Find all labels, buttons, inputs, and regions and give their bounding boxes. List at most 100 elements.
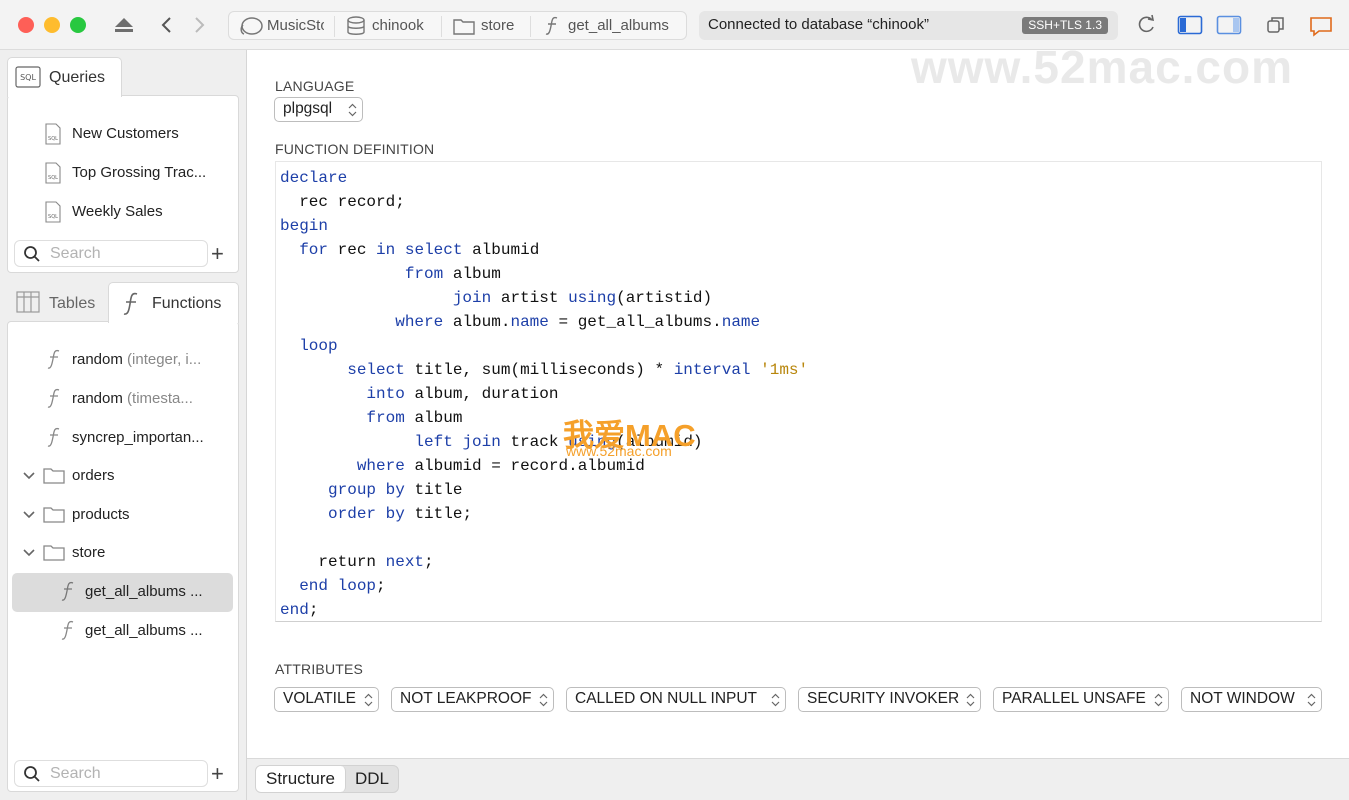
add-function-button[interactable]: + <box>211 763 224 785</box>
function-item[interactable]: random (integer, i... <box>44 347 234 373</box>
attribute-value: SECURITY INVOKER <box>807 690 960 707</box>
tab-functions[interactable]: Functions <box>108 282 239 323</box>
null-input-select[interactable]: CALLED ON NULL INPUT <box>566 687 786 712</box>
language-select[interactable]: plpgsql <box>274 97 363 122</box>
close-window-button[interactable] <box>18 17 34 33</box>
search-icon <box>24 766 40 782</box>
toggle-right-sidebar-icon[interactable] <box>1216 14 1242 36</box>
function-icon <box>545 16 558 35</box>
leakproof-select[interactable]: NOT LEAKPROOF <box>391 687 554 712</box>
folder-label: orders <box>72 467 115 484</box>
function-item[interactable]: syncrep_importan... <box>44 425 234 451</box>
breadcrumb-item-database[interactable]: chinook <box>372 16 437 36</box>
database-icon <box>347 16 365 35</box>
code-line: end loop; <box>299 577 386 595</box>
code-line: into album, duration <box>366 385 559 403</box>
sql-file-icon: SQL <box>45 162 61 184</box>
svg-text:SQL: SQL <box>48 175 58 181</box>
updown-chevron-icon <box>364 693 373 707</box>
updown-chevron-icon <box>1154 693 1163 707</box>
refresh-icon[interactable] <box>1135 14 1157 36</box>
updown-chevron-icon <box>539 693 548 707</box>
function-icon <box>123 292 138 315</box>
svg-text:SQL: SQL <box>48 136 58 142</box>
duplicate-window-icon[interactable] <box>1266 15 1286 35</box>
function-item[interactable]: random (timesta... <box>44 386 234 412</box>
chevron-down-icon[interactable] <box>22 510 36 520</box>
volatility-select[interactable]: VOLATILE <box>274 687 379 712</box>
code-line: where album.name = get_all_albums.name <box>395 313 761 331</box>
watermark-subtext: www.52mac.com <box>566 443 672 459</box>
breadcrumb-item-schema[interactable]: store <box>481 16 526 36</box>
schema-folder-store[interactable]: store <box>20 540 234 566</box>
svg-text:SQL: SQL <box>48 214 58 220</box>
function-item[interactable]: get_all_albums ... <box>58 618 228 644</box>
add-query-button[interactable]: + <box>211 243 224 265</box>
queries-search-input[interactable]: Search <box>14 240 208 267</box>
function-name: random <box>72 390 123 407</box>
folder-icon <box>43 468 65 484</box>
attribute-value: NOT WINDOW <box>1190 690 1295 707</box>
function-item-selected[interactable]: get_all_albums ... <box>58 579 228 605</box>
window-select[interactable]: NOT WINDOW <box>1181 687 1322 712</box>
breadcrumb-item-server[interactable]: MusicSto <box>267 16 324 36</box>
bottom-bar <box>247 758 1349 800</box>
zoom-window-button[interactable] <box>70 17 86 33</box>
updown-chevron-icon <box>966 693 975 707</box>
toggle-left-sidebar-icon[interactable] <box>1177 14 1203 36</box>
minimize-window-button[interactable] <box>44 17 60 33</box>
function-name: syncrep_importan... <box>72 429 204 446</box>
folder-icon <box>453 19 475 35</box>
query-item[interactable]: SQL Weekly Sales <box>44 199 234 225</box>
language-value: plpgsql <box>283 100 333 117</box>
schema-folder-products[interactable]: products <box>20 502 234 528</box>
code-line: rec record; <box>299 193 405 211</box>
function-icon <box>61 581 74 601</box>
function-icon <box>47 427 60 447</box>
tab-queries-label: Queries <box>49 69 106 86</box>
functions-search-input[interactable]: Search <box>14 760 208 787</box>
function-name: get_all_albums ... <box>85 622 203 639</box>
code-line: declare <box>280 169 348 187</box>
attribute-value: NOT LEAKPROOF <box>400 690 532 707</box>
chevron-down-icon[interactable] <box>22 548 36 558</box>
search-icon <box>24 246 40 262</box>
query-item[interactable]: SQL New Customers <box>44 121 234 147</box>
tab-structure[interactable]: Structure <box>256 766 346 792</box>
eject-icon[interactable] <box>114 16 134 34</box>
tab-tables[interactable]: Tables <box>7 286 106 320</box>
attributes-label: ATTRIBUTES <box>275 661 364 677</box>
forward-icon[interactable] <box>193 15 207 35</box>
folder-icon <box>43 545 65 561</box>
elephant-icon <box>240 17 263 35</box>
connection-status: Connected to database “chinook” SSH+TLS … <box>699 11 1118 40</box>
code-line: select title, sum(milliseconds) * interv… <box>347 361 809 379</box>
code-line: from album <box>404 265 501 283</box>
watermark-text: www.52mac.com <box>911 41 1294 93</box>
sql-file-icon: SQL <box>45 201 61 223</box>
tab-ddl[interactable]: DDL <box>346 766 398 792</box>
table-icon <box>16 291 40 313</box>
query-item[interactable]: SQL Top Grossing Trac... <box>44 160 234 186</box>
function-name: random <box>72 351 123 368</box>
chat-icon[interactable] <box>1308 14 1334 38</box>
view-segmented-control: Structure DDL <box>255 765 399 793</box>
back-icon[interactable] <box>159 15 173 35</box>
attribute-value: PARALLEL UNSAFE <box>1002 690 1146 707</box>
sql-icon: SQL <box>15 66 41 88</box>
breadcrumb-item-function[interactable]: get_all_albums <box>568 16 683 36</box>
updown-chevron-icon <box>771 693 780 707</box>
tab-queries[interactable]: SQL Queries <box>7 57 122 97</box>
parallel-select[interactable]: PARALLEL UNSAFE <box>993 687 1169 712</box>
code-line: end; <box>280 601 319 619</box>
tab-tables-label: Tables <box>49 295 96 312</box>
chevron-down-icon[interactable] <box>22 471 36 481</box>
search-placeholder: Search <box>50 765 101 782</box>
attribute-value: CALLED ON NULL INPUT <box>575 690 758 707</box>
code-line: from album <box>366 409 463 427</box>
schema-folder-orders[interactable]: orders <box>20 463 234 489</box>
folder-label: products <box>72 506 130 523</box>
security-select[interactable]: SECURITY INVOKER <box>798 687 981 712</box>
code-editor[interactable]: declare rec record; begin for rec in sele… <box>275 161 1322 622</box>
code-line: where albumid = record.albumid <box>356 457 645 475</box>
